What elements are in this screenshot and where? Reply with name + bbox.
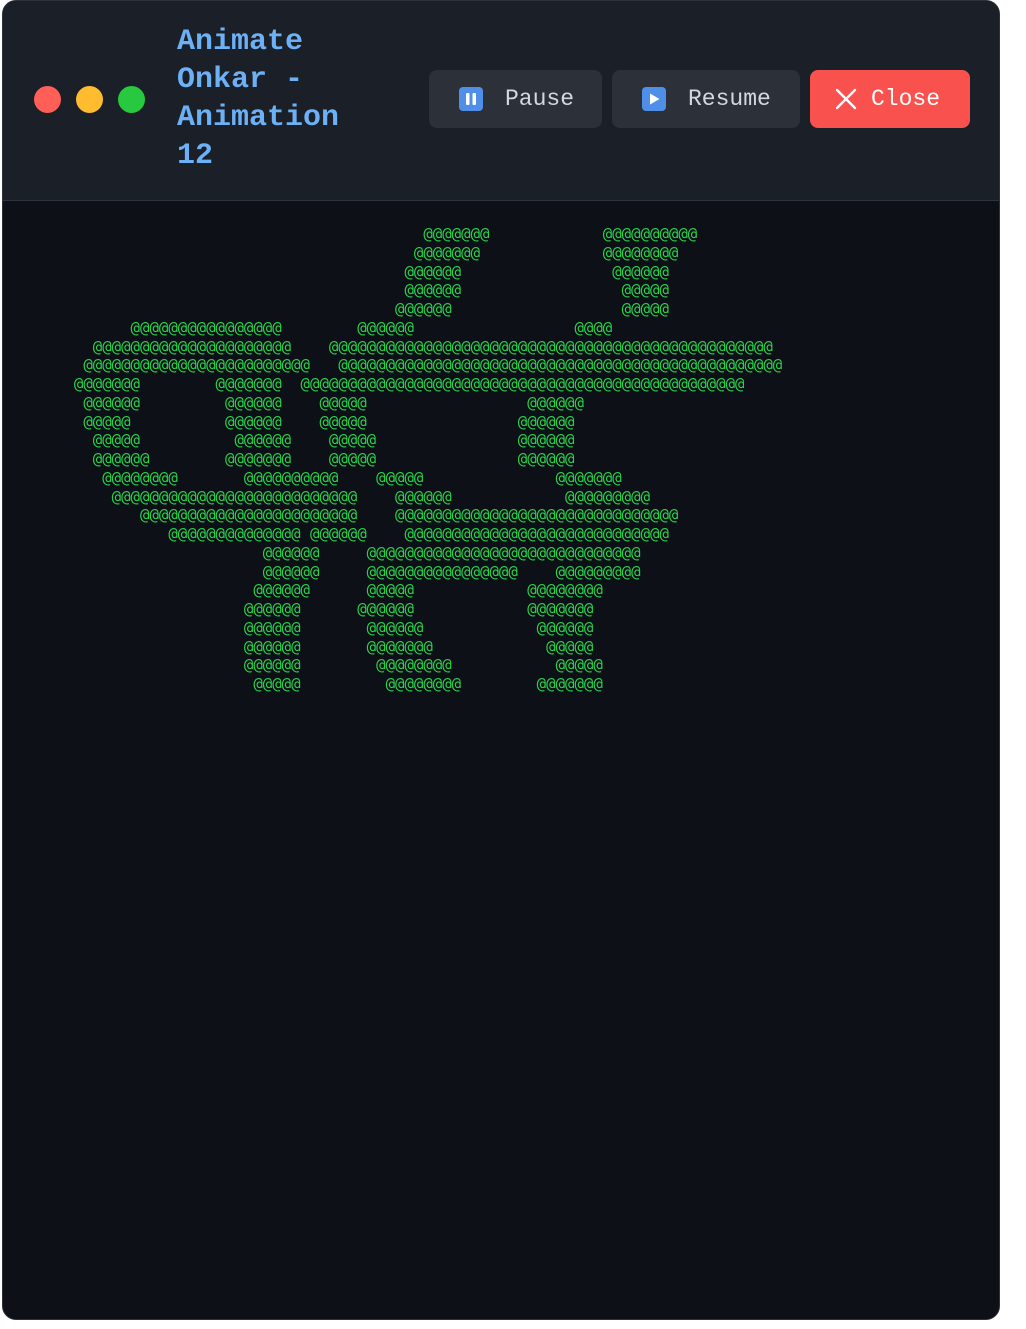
app-window: Animate Onkar - Animation 12 Pause Resum… (2, 0, 1000, 1320)
close-label: Close (871, 86, 941, 112)
close-window-dot[interactable] (34, 86, 61, 113)
resume-label: Resume (688, 86, 771, 112)
maximize-window-dot[interactable] (118, 86, 145, 113)
pause-label: Pause (505, 86, 575, 112)
window-title: Animate Onkar - Animation 12 (177, 25, 340, 173)
play-icon (642, 87, 666, 111)
title-bar: Animate Onkar - Animation 12 Pause Resum… (3, 1, 999, 201)
ascii-animation-canvas: @@@@@@@ @@@@@@@@@@ @@@@@@@ @@@@@@@@ @@@@… (73, 224, 783, 693)
close-button[interactable]: Close (810, 70, 970, 128)
pause-icon (459, 87, 483, 111)
resume-button[interactable]: Resume (612, 70, 800, 128)
close-icon (834, 87, 858, 111)
pause-button[interactable]: Pause (429, 70, 602, 128)
minimize-window-dot[interactable] (76, 86, 103, 113)
